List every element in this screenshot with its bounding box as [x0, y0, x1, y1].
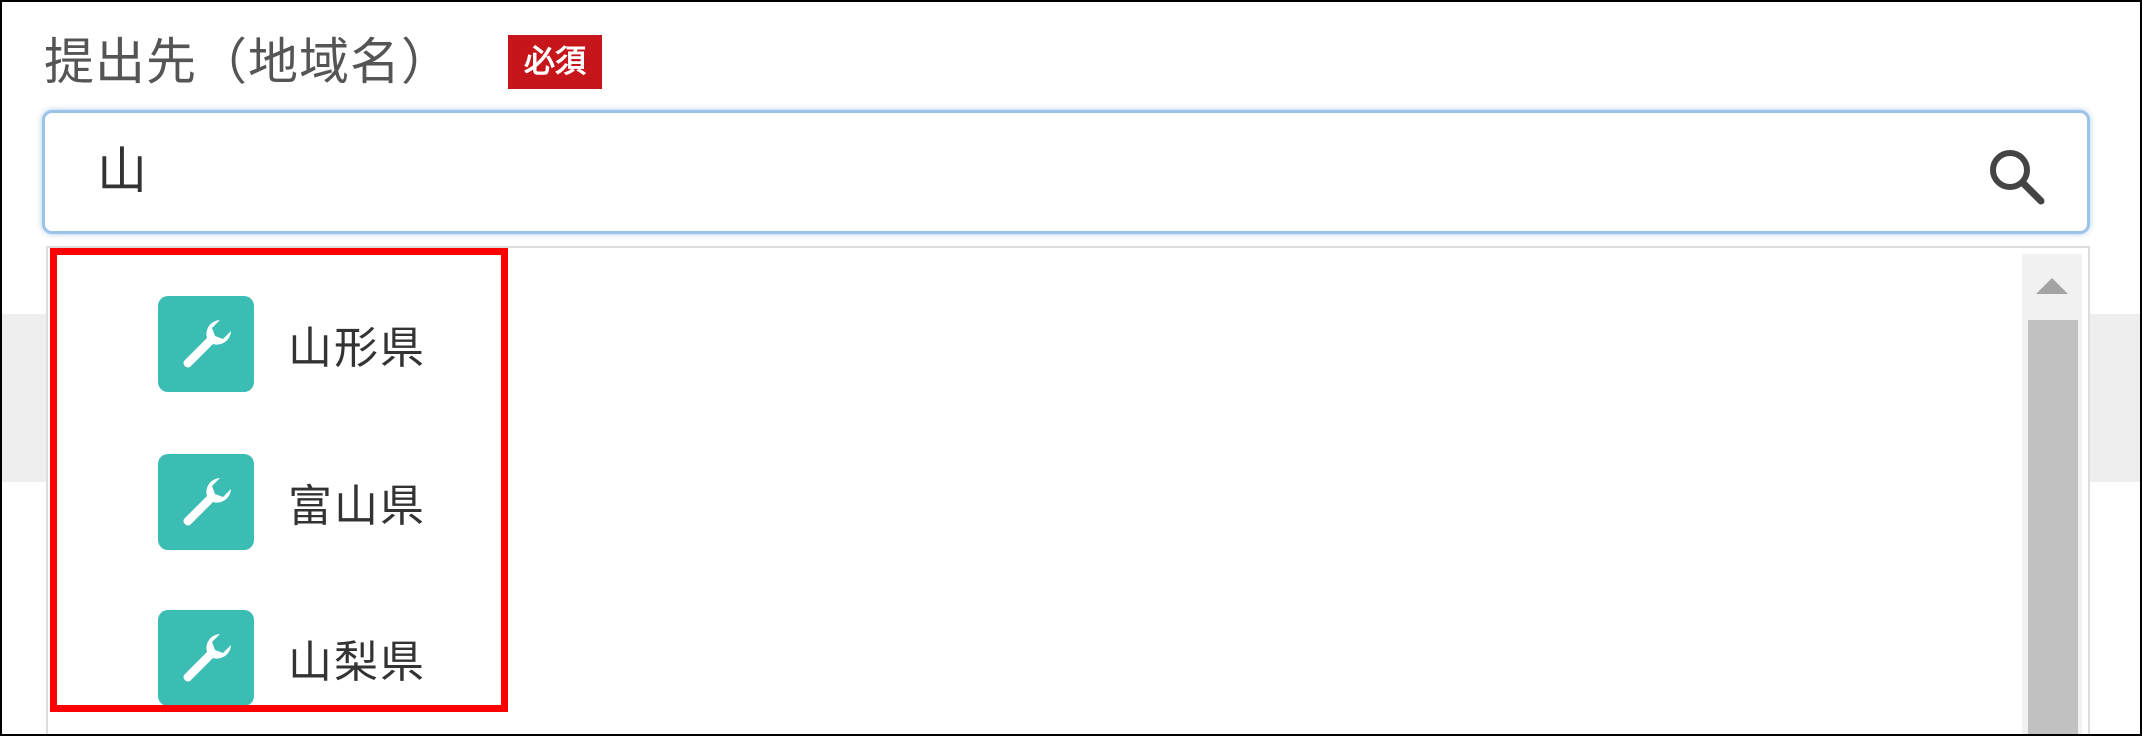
wrench-icon	[158, 610, 254, 706]
dropdown-item[interactable]: 山梨県	[158, 610, 426, 706]
search-input-value: 山	[97, 142, 147, 200]
search-icon[interactable]	[1985, 145, 2047, 207]
scroll-up-arrow-icon[interactable]	[2022, 254, 2082, 318]
field-label-row: 提出先（地域名） 必須	[44, 30, 602, 94]
wrench-icon	[158, 296, 254, 392]
dropdown-item-label: 山梨県	[288, 637, 426, 688]
search-input[interactable]: 山	[42, 110, 2090, 234]
dropdown-item[interactable]: 山形県	[158, 296, 426, 392]
field-label: 提出先（地域名）	[44, 33, 452, 91]
dropdown-scrollbar[interactable]	[2022, 254, 2082, 734]
dropdown-item[interactable]: 富山県	[158, 454, 426, 550]
wrench-icon	[158, 454, 254, 550]
dropdown-item-label: 富山県	[288, 481, 426, 532]
dropdown-item-label: 山形県	[288, 323, 426, 374]
scrollbar-thumb[interactable]	[2028, 320, 2078, 734]
screenshot-frame: 提出先（地域名） 必須 山 山形県 富山県 山梨県	[0, 0, 2142, 736]
suggestion-dropdown: 山形県 富山県 山梨県	[46, 246, 2090, 734]
required-badge: 必須	[508, 35, 602, 89]
